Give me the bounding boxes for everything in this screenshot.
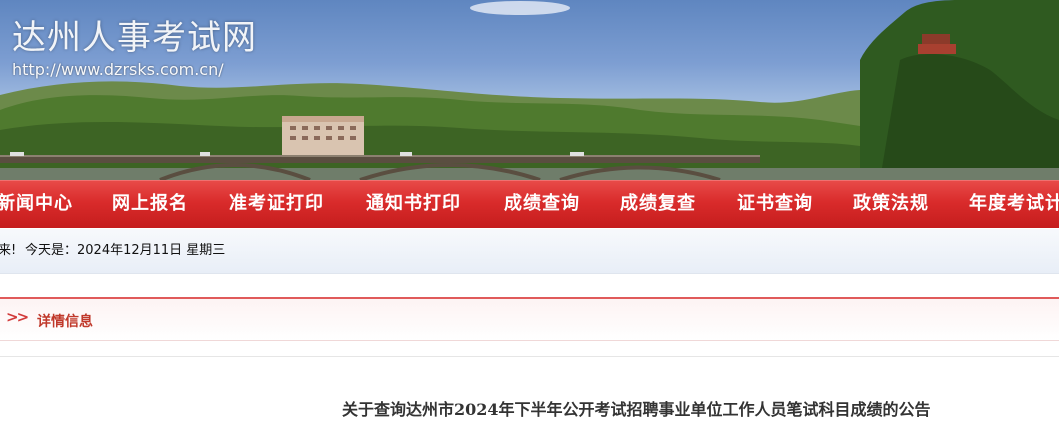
welcome-text: 来! bbox=[0, 243, 17, 258]
main-nav: 新闻中心 网上报名 准考证打印 通知书打印 成绩查询 成绩复查 证书查询 政策法… bbox=[0, 180, 1059, 228]
nav-item-score-query[interactable]: 成绩查询 bbox=[504, 181, 580, 228]
nav-item-admission-ticket-print[interactable]: 准考证打印 bbox=[229, 181, 324, 228]
article-title: 关于查询达州市2024年下半年公开考试招聘事业单位工作人员笔试科目成绩的公告 bbox=[342, 400, 931, 419]
detail-header: >> 详情信息 bbox=[0, 297, 1059, 341]
double-chevron-right-icon: >> bbox=[6, 308, 29, 326]
nav-item-policy-regulations[interactable]: 政策法规 bbox=[853, 181, 929, 228]
header-banner: 达州人事考试网 http://www.dzrsks.com.cn/ bbox=[0, 0, 1059, 180]
detail-label: 详情信息 bbox=[37, 314, 93, 330]
date-bar: 来! 今天是：2024年12月11日 星期三 bbox=[0, 229, 1059, 274]
divider bbox=[0, 356, 1059, 357]
today-date: 今天是：2024年12月11日 星期三 bbox=[25, 243, 226, 258]
nav-item-notice-print[interactable]: 通知书打印 bbox=[366, 181, 461, 228]
nav-item-score-review[interactable]: 成绩复查 bbox=[620, 181, 696, 228]
nav-item-annual-exam-plan[interactable]: 年度考试计 bbox=[969, 181, 1059, 228]
nav-item-news-center[interactable]: 新闻中心 bbox=[0, 181, 73, 228]
nav-item-certificate-query[interactable]: 证书查询 bbox=[737, 181, 813, 228]
nav-item-online-registration[interactable]: 网上报名 bbox=[112, 181, 188, 228]
site-url: http://www.dzrsks.com.cn/ bbox=[12, 60, 224, 79]
site-title: 达州人事考试网 bbox=[12, 18, 257, 58]
